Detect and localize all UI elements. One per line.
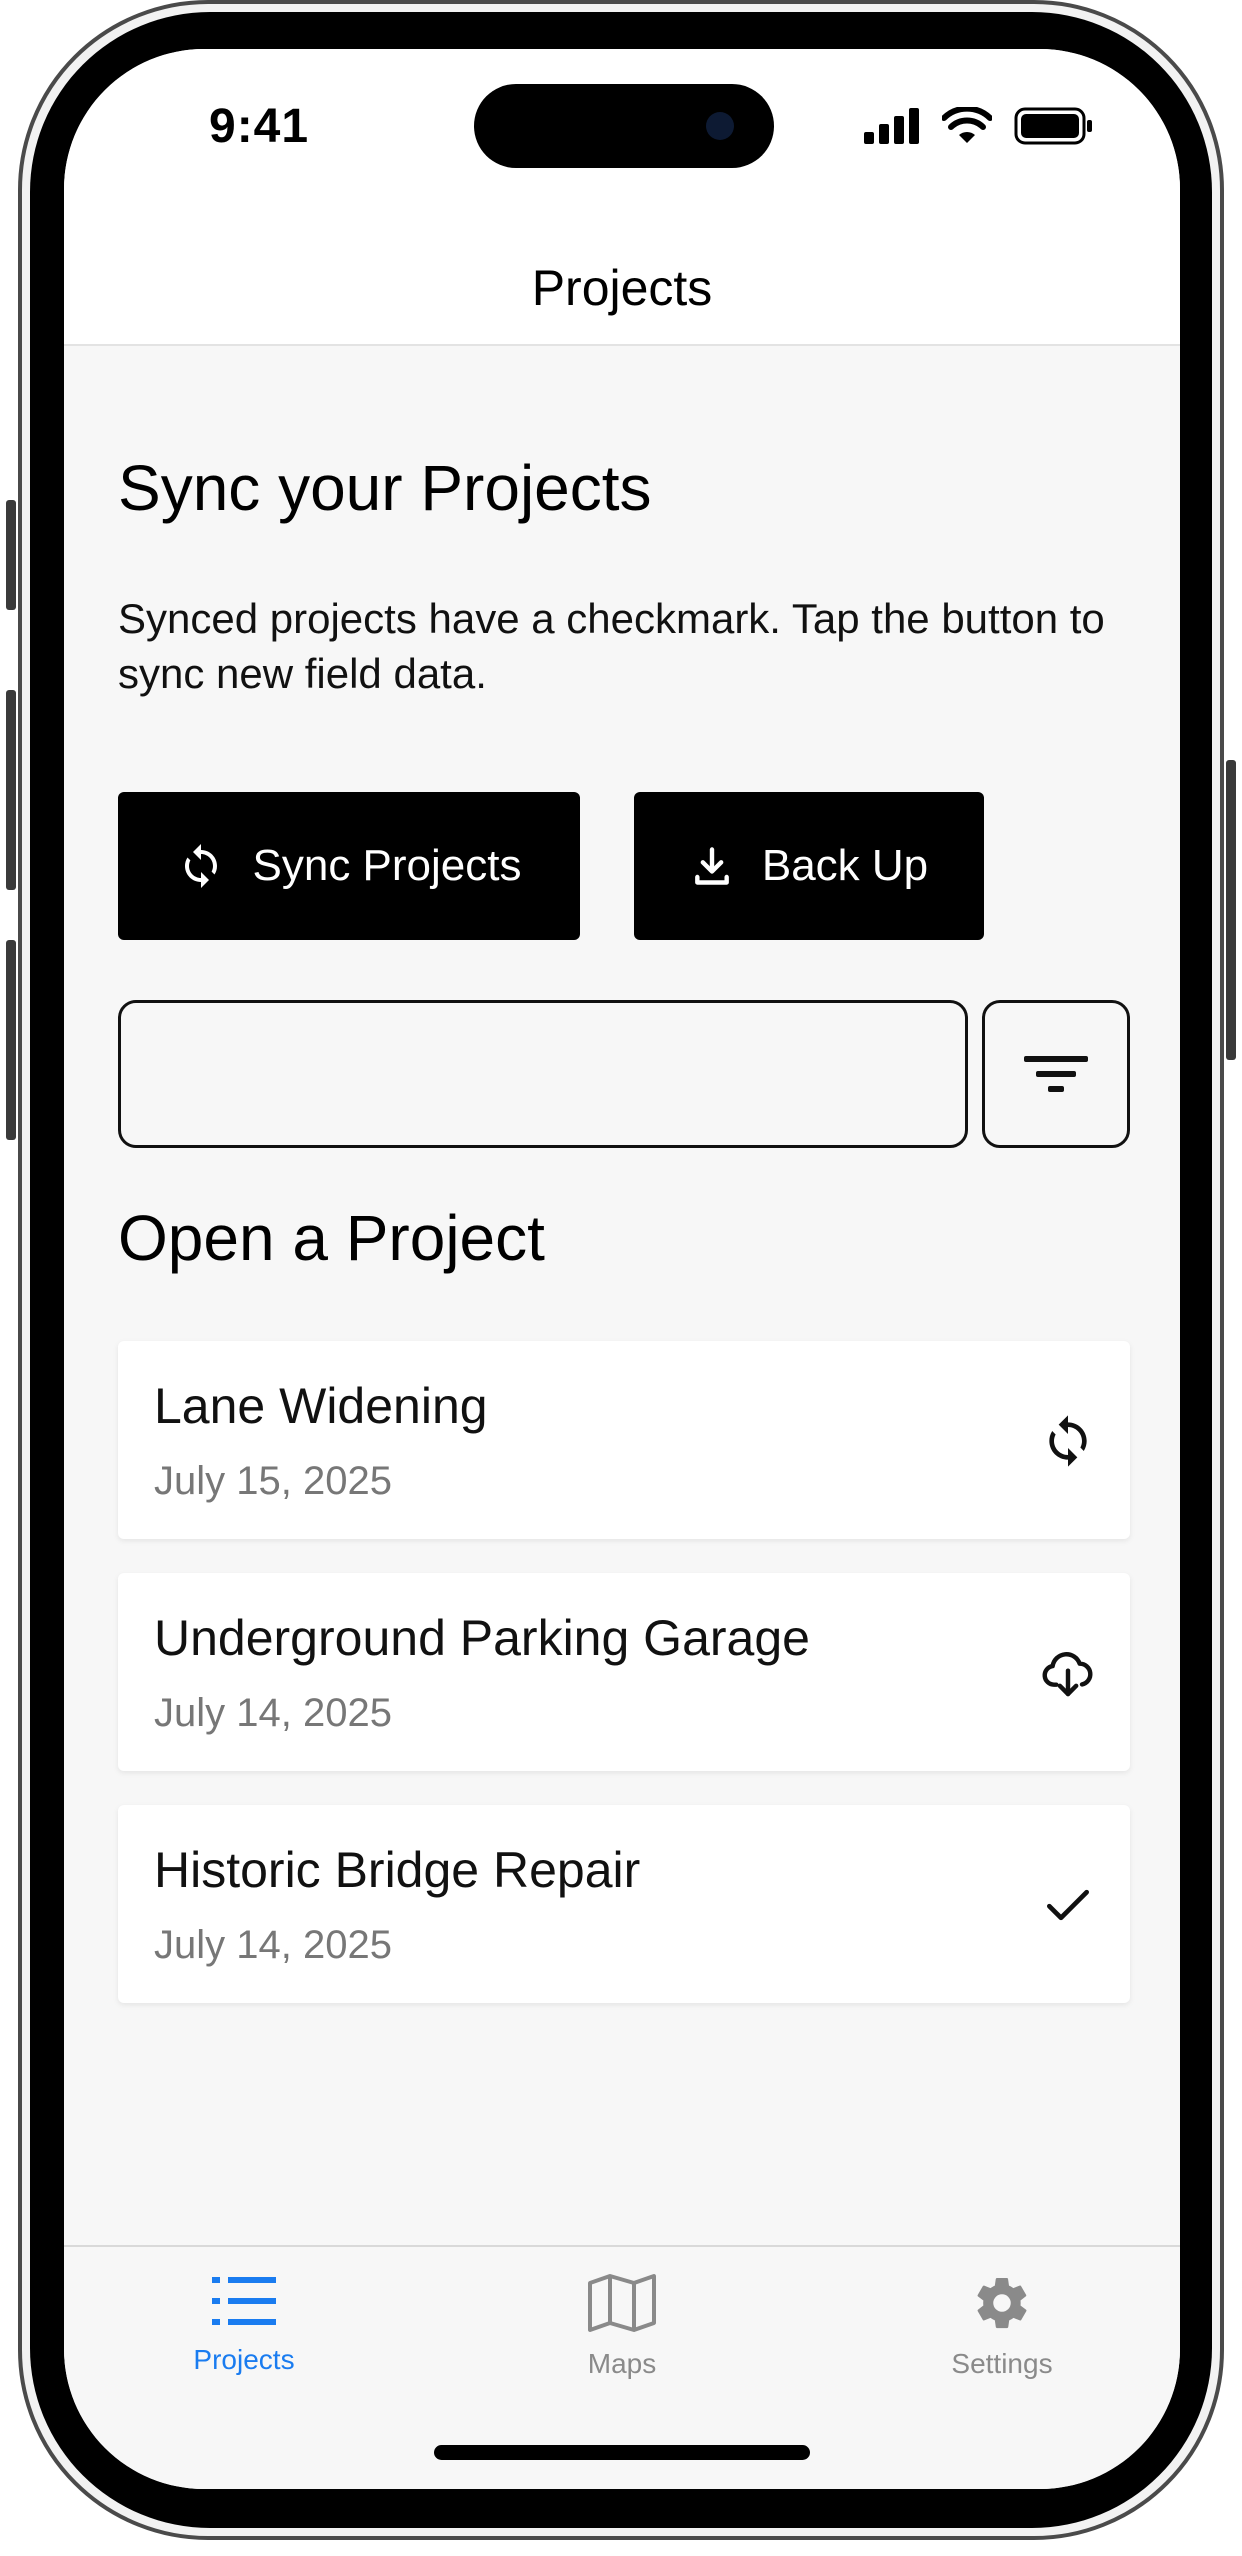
sync-projects-label: Sync Projects	[252, 841, 522, 890]
download-icon	[694, 847, 729, 885]
list-icon	[212, 2277, 276, 2325]
map-icon	[588, 2274, 656, 2332]
search-input[interactable]	[118, 1000, 968, 1148]
project-card[interactable]: Underground Parking Garage July 14, 2025	[118, 1573, 1130, 1771]
battery-icon	[1014, 107, 1092, 145]
wifi-icon	[942, 107, 992, 143]
tab-projects[interactable]: Projects	[114, 2273, 374, 2376]
navigation-header: Projects	[64, 209, 1180, 346]
tab-maps-label: Maps	[587, 2348, 657, 2379]
status-icons	[864, 107, 1094, 145]
gear-icon	[977, 2278, 1027, 2329]
sync-section-description: Synced projects have a checkmark. Tap th…	[118, 595, 1105, 697]
back-up-button[interactable]: Back Up	[634, 792, 984, 940]
project-date: July 14, 2025	[154, 1923, 392, 1967]
project-card[interactable]: Lane Widening July 15, 2025	[118, 1341, 1130, 1539]
filter-button[interactable]	[982, 1000, 1130, 1148]
volume-down-button	[6, 940, 16, 1140]
tab-projects-label: Projects	[193, 2344, 295, 2375]
dynamic-island	[474, 84, 774, 168]
sync-icon[interactable]	[1040, 1413, 1096, 1469]
tab-maps[interactable]: Maps	[492, 2273, 752, 2380]
tab-settings[interactable]: Settings	[872, 2273, 1132, 2380]
back-up-label: Back Up	[761, 841, 929, 890]
sync-projects-button[interactable]: Sync Projects	[118, 792, 580, 940]
sync-section-heading: Sync your Projects	[118, 452, 652, 524]
project-title: Historic Bridge Repair	[154, 1842, 641, 1898]
status-bar: 9:41	[64, 49, 1180, 209]
page-title: Projects	[531, 260, 713, 316]
camera-icon	[706, 112, 734, 140]
volume-up-button	[6, 690, 16, 890]
checkmark-icon	[1047, 1889, 1089, 1921]
project-title: Underground Parking Garage	[154, 1610, 810, 1666]
status-time: 9:41	[209, 100, 310, 153]
projects-section-heading: Open a Project	[118, 1202, 545, 1274]
action-button	[6, 500, 16, 610]
project-date: July 15, 2025	[154, 1459, 392, 1503]
filter-icon	[1024, 1056, 1088, 1092]
project-title: Lane Widening	[154, 1378, 488, 1434]
project-date: July 14, 2025	[154, 1691, 392, 1735]
cloud-download-icon[interactable]	[1040, 1645, 1096, 1701]
power-button	[1226, 760, 1236, 1060]
phone-screen: 9:41 Projects Sync your Projects Synced …	[64, 49, 1180, 2489]
cellular-signal-icon	[864, 108, 919, 144]
sync-icon	[184, 844, 217, 888]
home-indicator	[434, 2445, 810, 2460]
tab-settings-label: Settings	[951, 2348, 1053, 2379]
project-card[interactable]: Historic Bridge Repair July 14, 2025	[118, 1805, 1130, 2003]
